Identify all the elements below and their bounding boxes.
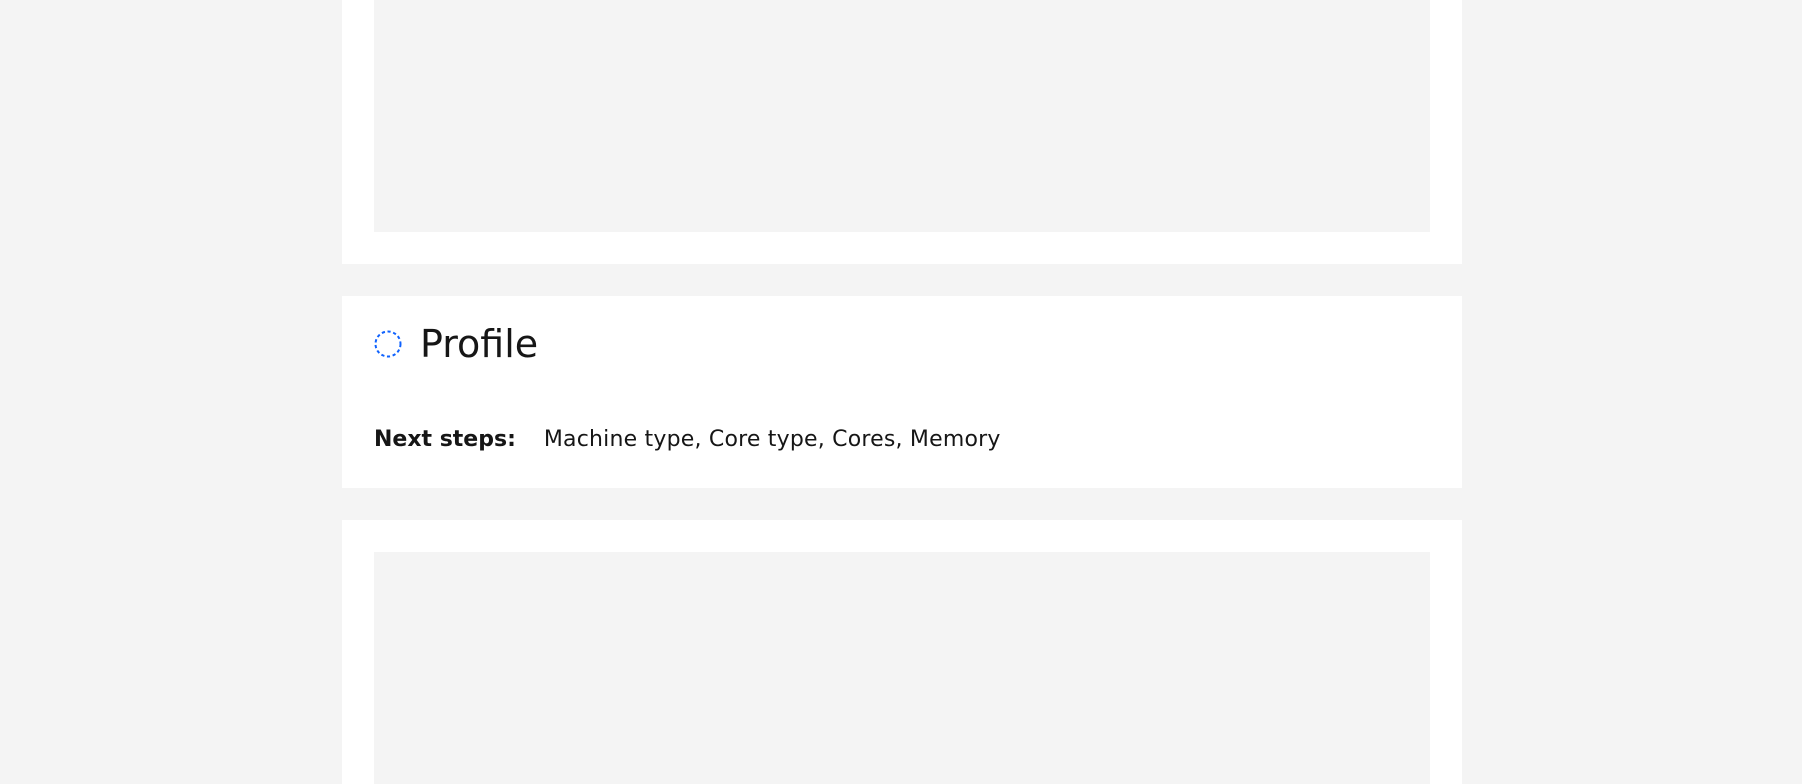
next-steps-label: Next steps: bbox=[374, 427, 516, 452]
next-steps-row: Next steps: Machine type, Core type, Cor… bbox=[374, 426, 1001, 454]
previous-section-card bbox=[342, 0, 1462, 264]
next-section-card bbox=[342, 520, 1462, 784]
profile-section-card: Profile Next steps: Machine type, Core t… bbox=[342, 296, 1462, 488]
next-steps-value: Machine type, Core type, Cores, Memory bbox=[543, 427, 1001, 452]
next-section-content-placeholder bbox=[374, 552, 1430, 784]
profile-section-header: Profile bbox=[374, 324, 538, 364]
dashed-circle-icon bbox=[374, 330, 402, 358]
previous-section-content-placeholder bbox=[374, 0, 1430, 232]
profile-section-title: Profile bbox=[420, 322, 539, 366]
